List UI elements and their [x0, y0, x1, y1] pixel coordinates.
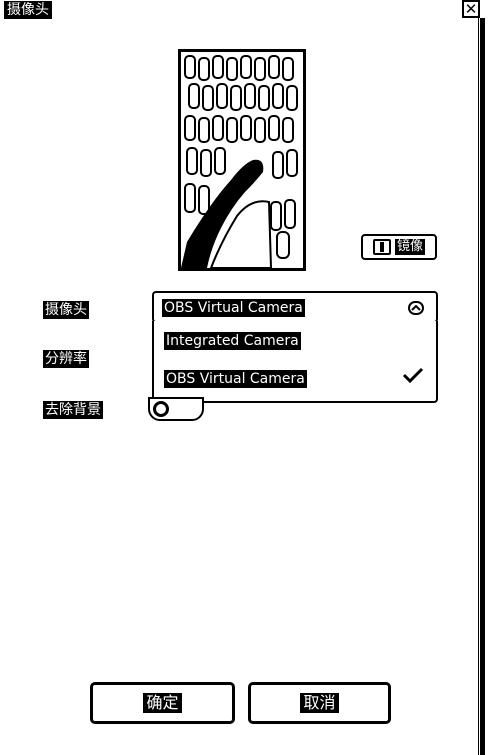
camera-dropdown: Integrated Camera OBS Virtual Camera [152, 321, 438, 403]
cancel-label: 取消 [300, 693, 339, 713]
camera-select-value: OBS Virtual Camera [162, 299, 305, 317]
mirror-label: 镜像 [394, 239, 425, 255]
chevron-up-icon [408, 301, 424, 315]
camera-option-integrated[interactable]: Integrated Camera [164, 332, 301, 350]
camera-preview [178, 49, 306, 271]
preview-image [181, 52, 303, 268]
window-border-inner [478, 18, 479, 755]
close-button[interactable]: ✕ [462, 0, 480, 18]
close-icon: ✕ [464, 0, 478, 18]
resolution-label: 分辨率 [43, 350, 89, 368]
confirm-button[interactable]: 确定 [90, 682, 235, 724]
mirror-icon [372, 239, 391, 255]
camera-option-obs[interactable]: OBS Virtual Camera [164, 370, 307, 388]
toggle-knob [153, 401, 169, 417]
remove-background-label: 去除背景 [43, 401, 103, 419]
confirm-label: 确定 [143, 693, 182, 713]
camera-label: 摄像头 [43, 301, 89, 319]
remove-background-toggle[interactable] [148, 397, 204, 421]
title-bar: 摄像头 ✕ [0, 0, 489, 20]
mirror-button[interactable]: 镜像 [361, 234, 437, 260]
window-title: 摄像头 [4, 1, 52, 19]
cancel-button[interactable]: 取消 [248, 682, 391, 724]
checkmark-icon [402, 367, 424, 384]
camera-select[interactable]: OBS Virtual Camera [152, 291, 438, 323]
window-border [480, 18, 485, 755]
